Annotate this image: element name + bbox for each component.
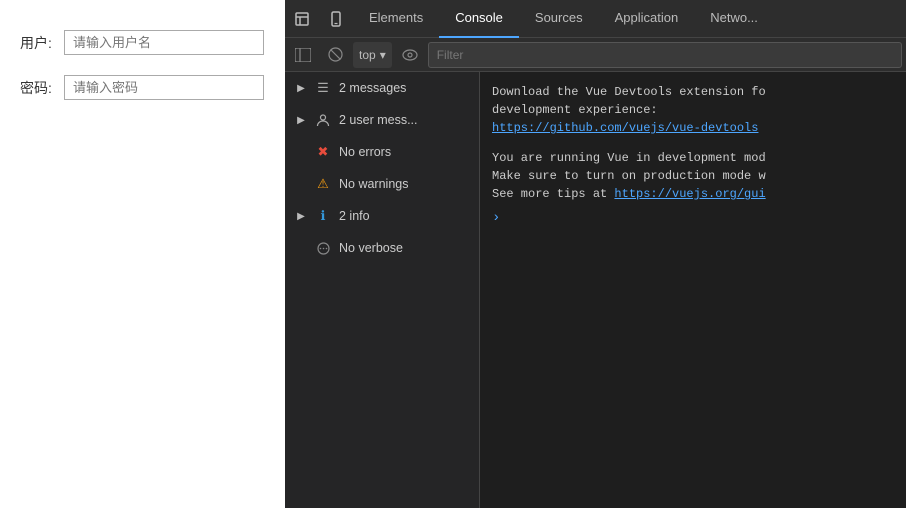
info-icon: ℹ — [315, 208, 331, 224]
message-filter-sidebar: ▶ ☰ 2 messages ▶ 2 user mess... ▶ ✖ — [285, 72, 480, 508]
username-row: 用户: — [20, 30, 265, 55]
sidebar-item-errors[interactable]: ▶ ✖ No errors — [285, 136, 479, 168]
sidebar-item-messages[interactable]: ▶ ☰ 2 messages — [285, 72, 479, 104]
devtools-panel: Elements Console Sources Application Net… — [285, 0, 906, 508]
sidebar-item-info[interactable]: ▶ ℹ 2 info — [285, 200, 479, 232]
tab-network[interactable]: Netwo... — [694, 0, 774, 38]
sidebar-toggle-icon[interactable] — [289, 41, 317, 69]
chevron-down-icon: ▾ — [380, 48, 386, 62]
context-select[interactable]: top ▾ — [353, 42, 392, 68]
username-label: 用户: — [20, 33, 56, 53]
password-label: 密码: — [20, 78, 56, 98]
sidebar-item-warnings[interactable]: ▶ ⚠ No warnings — [285, 168, 479, 200]
error-icon: ✖ — [315, 144, 331, 160]
expand-icon: ▶ — [295, 82, 307, 94]
toolbar: top ▾ — [285, 38, 906, 72]
tab-console[interactable]: Console — [439, 0, 519, 38]
warning-icon: ⚠ — [315, 176, 331, 192]
console-output[interactable]: Download the Vue Devtools extension fo d… — [480, 72, 906, 508]
expand-icon: ▶ — [295, 114, 307, 126]
eye-icon[interactable] — [396, 41, 424, 69]
tab-application[interactable]: Application — [599, 0, 695, 38]
expand-icon: ▶ — [295, 210, 307, 222]
tab-bar: Elements Console Sources Application Net… — [285, 0, 906, 38]
vuejs-link[interactable]: https://vuejs.org/gui — [614, 187, 765, 201]
page-area: 用户: 密码: — [0, 0, 285, 508]
block-icon[interactable] — [321, 41, 349, 69]
device-icon[interactable] — [319, 0, 353, 38]
password-input[interactable] — [64, 75, 264, 100]
verbose-icon — [315, 240, 331, 256]
sidebar-item-verbose[interactable]: ▶ No verbose — [285, 232, 479, 264]
list-icon: ☰ — [315, 80, 331, 96]
sidebar-item-user-messages[interactable]: ▶ 2 user mess... — [285, 104, 479, 136]
console-line: You are running Vue in development mod M… — [480, 146, 906, 206]
devtools-link[interactable]: https://github.com/vuejs/vue-devtools — [492, 121, 758, 135]
filter-input[interactable] — [428, 42, 902, 68]
inspect-icon[interactable] — [285, 0, 319, 38]
password-row: 密码: — [20, 75, 265, 100]
console-prompt[interactable]: › — [480, 206, 906, 230]
tab-elements[interactable]: Elements — [353, 0, 439, 38]
console-line: Download the Vue Devtools extension fo d… — [480, 80, 906, 140]
username-input[interactable] — [64, 30, 264, 55]
tab-sources[interactable]: Sources — [519, 0, 599, 38]
user-icon — [315, 112, 331, 128]
main-content: ▶ ☰ 2 messages ▶ 2 user mess... ▶ ✖ — [285, 72, 906, 508]
